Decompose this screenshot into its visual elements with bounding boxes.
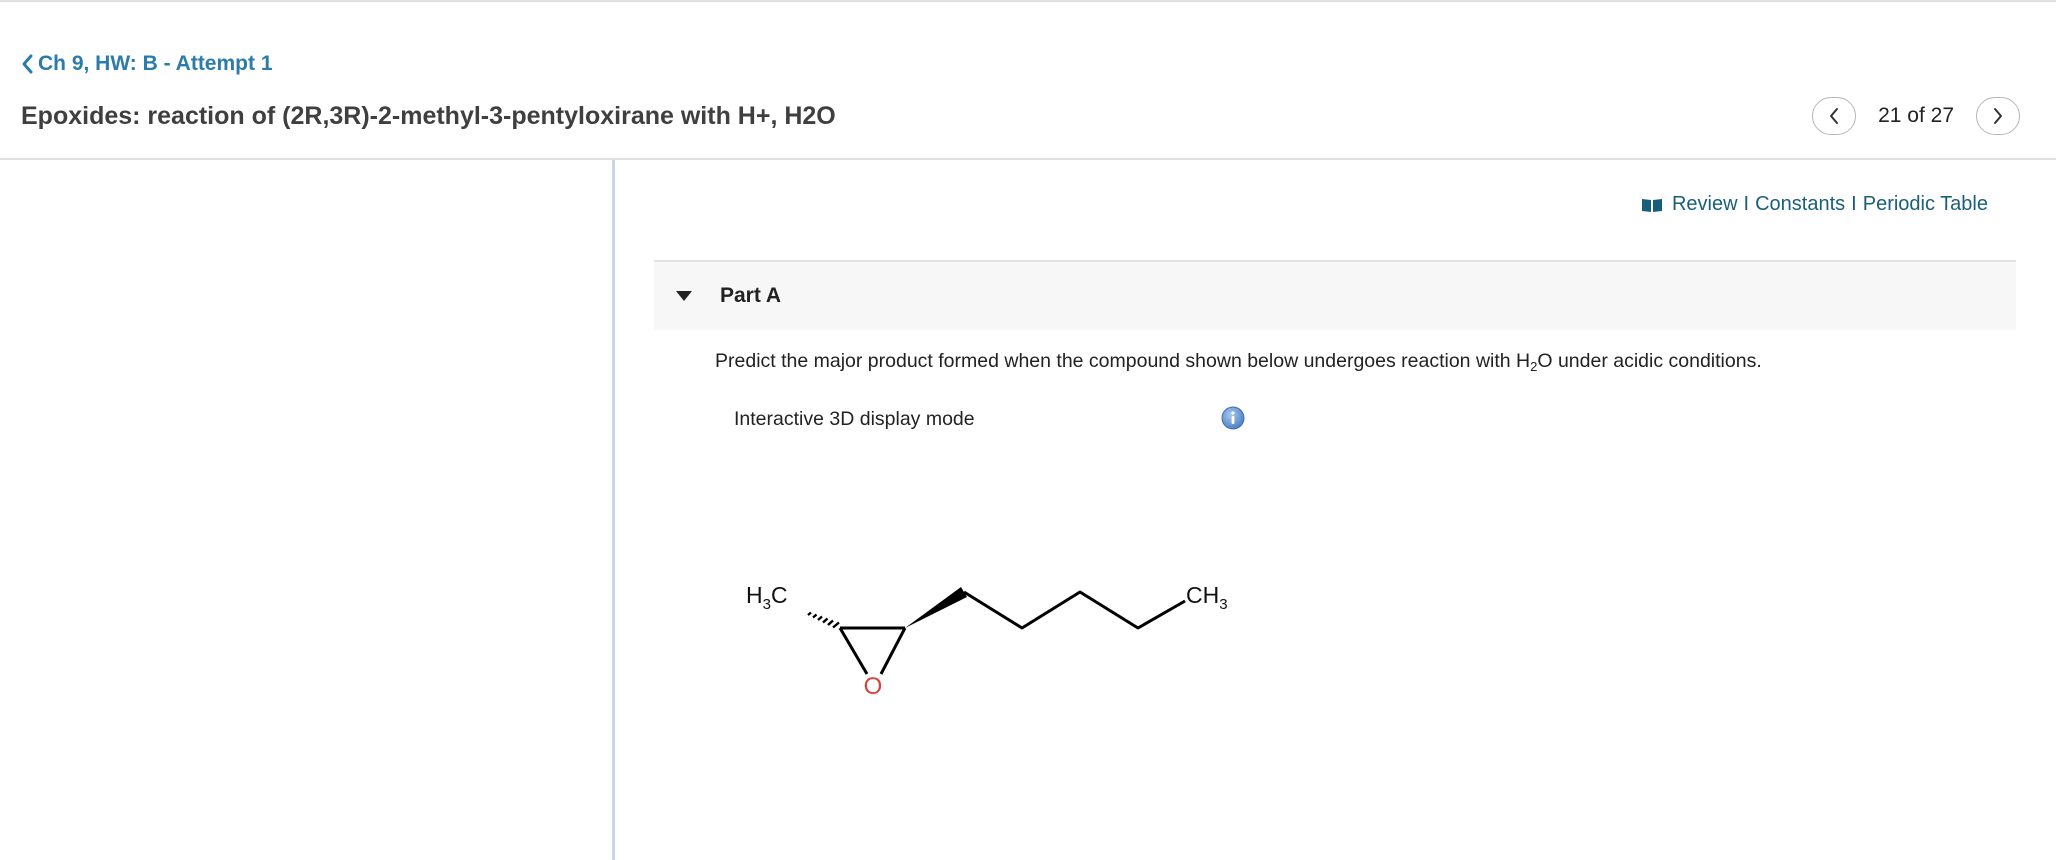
constants-link[interactable]: Constants bbox=[1755, 193, 1845, 216]
back-link-label: Ch 9, HW: B - Attempt 1 bbox=[38, 52, 273, 75]
caret-down-icon bbox=[676, 291, 692, 301]
top-divider bbox=[0, 0, 2056, 2]
review-link[interactable]: Review bbox=[1672, 193, 1738, 216]
epoxide-structure[interactable]: H3C CH3 O bbox=[730, 570, 1250, 710]
back-to-assignment-link[interactable]: Ch 9, HW: B - Attempt 1 bbox=[20, 52, 273, 76]
display-mode-label: Interactive 3D display mode bbox=[734, 408, 975, 430]
part-a-toggle[interactable]: Part A bbox=[654, 262, 2016, 330]
part-a-label: Part A bbox=[720, 284, 782, 307]
oxygen-atom-label: O bbox=[864, 673, 883, 700]
methyl-group-label: H3C bbox=[746, 582, 788, 613]
terminal-methyl-label: CH3 bbox=[1186, 582, 1228, 613]
resource-links: Review I Constants I Periodic Table bbox=[1641, 193, 1988, 216]
link-separator: I bbox=[1743, 193, 1750, 215]
link-separator: I bbox=[1851, 193, 1857, 215]
pager-position: 21 of 27 bbox=[1878, 104, 1954, 127]
info-icon[interactable] bbox=[1221, 406, 1245, 430]
left-panel-divider bbox=[612, 160, 615, 860]
bond-lines bbox=[838, 587, 1186, 675]
hashed-wedge-bond bbox=[807, 611, 840, 629]
periodic-table-link[interactable]: Periodic Table bbox=[1863, 193, 1988, 216]
next-item-button[interactable] bbox=[1976, 97, 2020, 135]
chevron-right-icon bbox=[1994, 108, 2002, 124]
header-divider bbox=[0, 158, 2056, 160]
previous-item-button[interactable] bbox=[1812, 97, 1857, 135]
page-title: Epoxides: reaction of (2R,3R)-2-methyl-3… bbox=[21, 102, 836, 130]
book-icon bbox=[1641, 198, 1662, 212]
chevron-left-icon bbox=[1830, 108, 1839, 124]
chevron-left-icon bbox=[22, 54, 33, 74]
question-text: Predict the major product formed when th… bbox=[715, 350, 1762, 374]
item-pager: 21 of 27 bbox=[1812, 97, 2020, 135]
